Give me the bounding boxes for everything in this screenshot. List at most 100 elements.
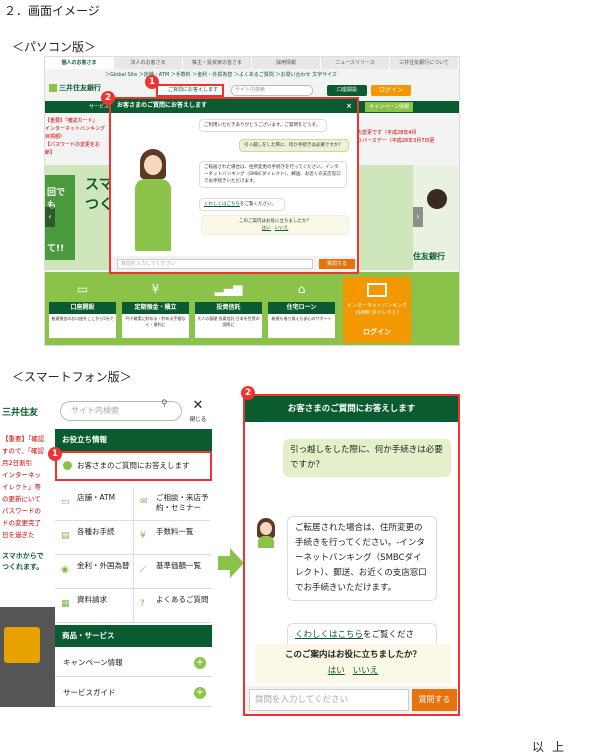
plus-icon: + <box>194 657 206 669</box>
faq-icon: ? <box>140 599 145 609</box>
news-item[interactable]: りバースデー（平成28年3月7日更 <box>357 137 459 145</box>
sp-chat-dialog: お客さまのご質問にお答えします 引っ越しをした際に、何か手続きは必要ですか？ ご… <box>243 394 460 716</box>
menu-fees[interactable]: ¥ 手数料一覧 <box>133 521 211 555</box>
menu-service-guide[interactable]: サービスガイド + <box>55 679 212 707</box>
tab-news[interactable]: ニュースリリース <box>321 57 390 69</box>
bot-greeting: ご利用いただきありがとうございます。ご質問をどうぞ。 <box>199 119 327 132</box>
close-icon[interactable]: ✕ <box>187 399 209 413</box>
slider-prev-icon[interactable]: ‹ <box>45 207 55 227</box>
menu-rates[interactable]: ◉ 金利・外国為替 <box>55 555 133 589</box>
callout-badge-1: 1 <box>48 447 62 461</box>
pc-account-button[interactable]: 口座開設 <box>327 85 367 96</box>
tab-corporate[interactable]: 法人のお客さま <box>114 57 183 69</box>
sp-dialog-header: お客さまのご質問にお答えします <box>245 396 458 422</box>
alert-item[interactable]: 【パスワードの変更をお <box>45 141 115 149</box>
yes-link[interactable]: はい <box>328 666 345 676</box>
tab-recruit[interactable]: 採用情報 <box>252 57 321 69</box>
tab-investors[interactable]: 株主・投資家の皆さま <box>183 57 252 69</box>
sp-slide-menu: サイト内検索 ⚲ ✕ 閉じる お役立ち情報 お客さまのご質問にお答えします ▭ 店… <box>55 395 212 715</box>
menu-campaign[interactable]: キャンペーン情報 + <box>55 649 212 677</box>
document-end-mark: 以上 <box>532 740 573 754</box>
tile-internet-banking[interactable]: インターネットバンキング (SMBCダイレクト) ログイン <box>343 277 411 343</box>
sp-dialog-footer: 質問を入力してください 質問する <box>245 686 458 714</box>
sp-question-item[interactable]: お客さまのご質問にお答えします <box>55 451 212 481</box>
transition-arrow-icon <box>218 548 244 578</box>
tile-housing-loan[interactable]: ⌂ 住宅ローン 新規も借り換えも安心のサポート <box>268 276 335 338</box>
sp-ib-icon <box>4 627 40 663</box>
pc-login-button[interactable]: ログイン <box>371 85 411 96</box>
pc-right-news: の変更です（平成28年4月 りバースデー（平成28年3月7日更 <box>357 129 459 145</box>
pc-version-label: ＜パソコン版＞ <box>12 40 97 54</box>
tile-deposit[interactable]: ¥ 定期預金・積立 円で確実に貯める・貯める手間なく・便利に <box>122 276 189 338</box>
alert-item[interactable]: 断】 <box>45 149 115 157</box>
close-label[interactable]: 閉じる <box>187 415 209 423</box>
helpful-prompt: このご案内はお役に立ちましたか？ はい いいえ <box>255 644 451 684</box>
section-useful-info: お役立ち情報 <box>55 429 212 451</box>
person-icon <box>63 461 72 470</box>
question-input[interactable]: 質問を入力してください <box>117 259 313 269</box>
sp-menu-screenshot: 三井住友 【重要】「確認 すので、「確認 月2日割引 インターネッ イレクト」等 の更新… <box>0 395 212 715</box>
pc-utility-links[interactable]: ＞Global Site ＞店舗・ATM ＞手数料 ＞金利・外貨為替 ＞よくある… <box>105 71 337 78</box>
no-link[interactable]: いいえ <box>275 226 289 231</box>
section-products: 商品・サービス <box>55 625 212 647</box>
monitor-icon <box>367 283 387 297</box>
pc-question-button[interactable]: ご質問にお答えします <box>156 84 224 97</box>
alert-item[interactable]: 目標額） <box>45 133 115 141</box>
callout-badge-2: 2 <box>101 91 115 105</box>
no-link[interactable]: いいえ <box>353 666 379 676</box>
pc-dialog-header: お客さまのご質問にお答えします × <box>111 99 357 113</box>
tab-personal[interactable]: 個人のお客さま <box>45 57 114 69</box>
news-item[interactable]: の変更です（平成28年4月 <box>357 129 459 137</box>
menu-materials[interactable]: ▦ 資料請求 <box>55 589 133 623</box>
alert-item[interactable]: 【重要】「確認カード」 <box>45 117 115 125</box>
pc-alert-list: 【重要】「確認カード」 インターネットバンキング 目標額） 【パスワードの変更を… <box>45 117 115 157</box>
branch-icon: ▭ <box>61 497 70 507</box>
tile-account[interactable]: ▭ 口座開設 普通預金のお口座をここから5分で <box>49 276 116 338</box>
send-button[interactable]: 質問する <box>412 689 457 711</box>
ib-login-label: ログイン <box>363 328 391 336</box>
user-message: 引っ越しをした際に、何か手続きは必要ですか？ <box>239 139 349 152</box>
alert-item[interactable]: インターネットバンキング <box>45 125 115 133</box>
pc-top-tabs: 個人のお客さま 法人のお客さま 株主・投資家の皆さま 採用情報 ニュースリリース… <box>45 57 459 69</box>
menu-procedures[interactable]: ▤ 各種お手続 <box>55 521 133 555</box>
tab-about[interactable]: 三井住友銀行について <box>390 57 459 69</box>
sp-version-label: ＜スマートフォン版＞ <box>12 370 132 384</box>
coin-icon: ◉ <box>61 565 69 575</box>
user-message: 引っ越しをした際に、何か手続きは必要ですか？ <box>283 439 451 477</box>
model-photo <box>427 189 447 209</box>
question-input[interactable]: 質問を入力してください <box>249 689 409 711</box>
tile-investment[interactable]: ▂▄▆ 投資信託 大人の基礎 投資信託 日本を世界の国際に <box>195 276 262 338</box>
bar-chart-icon: ▂▄▆ <box>195 276 262 302</box>
house-icon: ⌂ <box>268 276 335 302</box>
more-info-link[interactable]: くわしくはこちら <box>295 630 363 640</box>
yes-link[interactable]: はい <box>262 226 271 231</box>
more-info-link[interactable]: くわしくはこちら <box>204 202 240 207</box>
pc-dialog-body: ご利用いただきありがとうございます。ご質問をどうぞ。 引っ越しをした際に、何か手… <box>111 113 357 259</box>
sp-background-page: 三井住友 【重要】「確認 すので、「確認 月2日割引 インターネッ イレクト」等 の更新… <box>0 395 60 715</box>
helpful-prompt: このご案内はお役に立ちましたか？ はい いいえ <box>201 215 349 235</box>
mail-icon: ✉ <box>140 497 148 507</box>
pc-logo[interactable]: 三井住友銀行 <box>49 83 109 97</box>
callout-badge-2: 2 <box>241 386 255 400</box>
menu-nav-list[interactable]: ⟋ 基準価額一覧 <box>133 555 211 589</box>
trend-icon: ⟋ <box>140 565 147 575</box>
menu-faq[interactable]: ? よくあるご質問 <box>133 589 211 623</box>
menu-consultation[interactable]: ✉ ご相談・来店予約・セミナー <box>133 487 211 521</box>
bot-answer: ご転居された場合は、住所変更の手続きを行ってください。-インターネットバンキング… <box>287 516 437 601</box>
pc-campaign-link[interactable]: キャンペーン情報 <box>365 102 413 112</box>
brand-text: 住友銀行 <box>413 252 445 261</box>
send-button[interactable]: 質問する <box>319 259 355 269</box>
assistant-avatar <box>131 149 175 253</box>
bot-answer: ご転居された場合は、住所変更の手続きを行ってください。インターネットバンキング（… <box>199 161 347 188</box>
pc-search-input[interactable]: サイト内検索 <box>231 85 313 96</box>
plus-icon: + <box>194 687 206 699</box>
section-heading: ２．画面イメージ <box>4 4 100 18</box>
slider-next-icon[interactable]: › <box>413 207 423 227</box>
search-icon[interactable]: ⚲ <box>161 399 168 409</box>
close-icon[interactable]: × <box>346 99 352 113</box>
assistant-avatar <box>255 518 277 548</box>
menu-branch-atm[interactable]: ▭ 店舗・ATM <box>55 487 133 521</box>
pc-chat-dialog: お客さまのご質問にお答えします × ご利用いただきありがとうございます。ご質問を… <box>109 97 359 274</box>
yen-bag-icon: ¥ <box>122 276 189 302</box>
yen-icon: ¥ <box>140 531 146 541</box>
